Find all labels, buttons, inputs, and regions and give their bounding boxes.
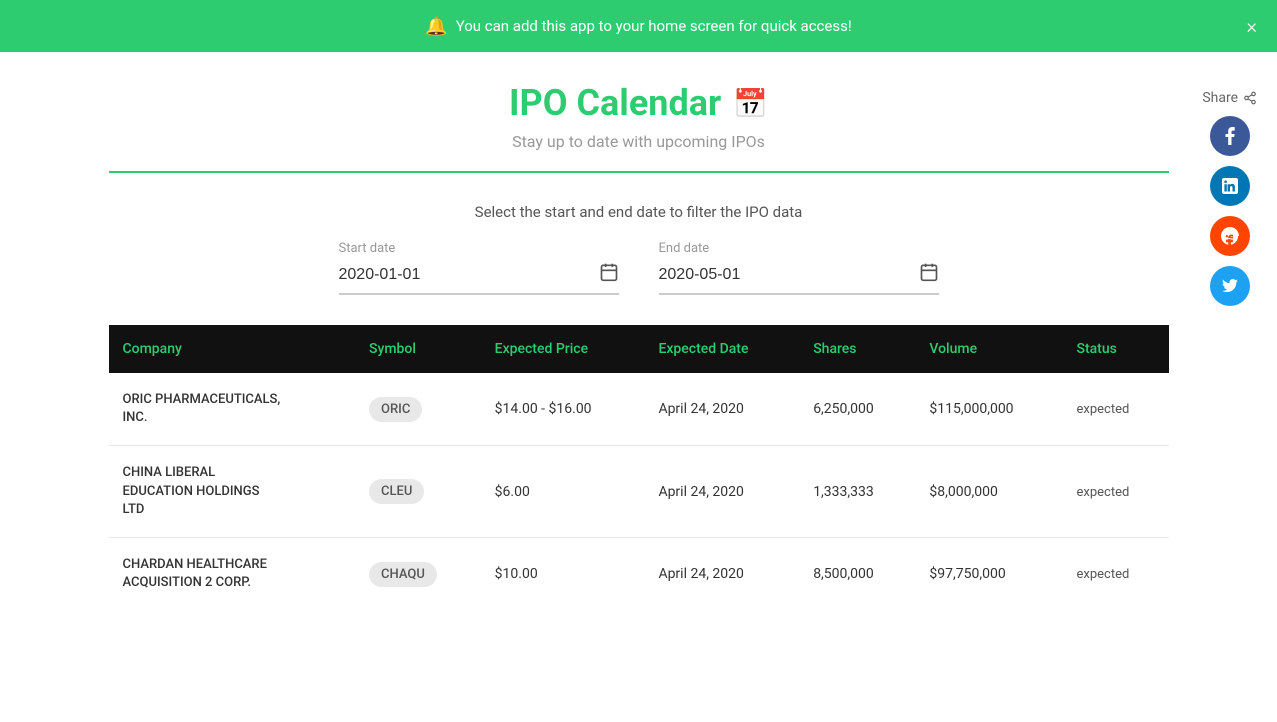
end-date-wrapper <box>659 262 939 295</box>
col-shares: Shares <box>799 325 915 373</box>
cell-expected-date: April 24, 2020 <box>644 446 799 538</box>
cell-shares: 8,500,000 <box>799 537 915 610</box>
cell-expected-price: $10.00 <box>481 537 645 610</box>
start-date-label: Start date <box>339 241 396 256</box>
table-body: ORIC PHARMACEUTICALS, INC. ORIC $14.00 -… <box>109 373 1169 610</box>
cell-expected-date: April 24, 2020 <box>644 537 799 610</box>
end-date-input[interactable] <box>659 266 919 284</box>
date-filter-label: Select the start and end date to filter … <box>109 203 1169 221</box>
cell-symbol: CHAQU <box>355 537 481 610</box>
cell-expected-price: $6.00 <box>481 446 645 538</box>
date-inputs: Start date End date <box>109 241 1169 295</box>
col-status: Status <box>1062 325 1168 373</box>
share-label: Share <box>1202 90 1257 106</box>
page-header: IPO Calendar 📅 Stay up to date with upco… <box>109 82 1169 151</box>
cell-status: expected <box>1062 373 1168 446</box>
table-row: CHINA LIBERAL EDUCATION HOLDINGS LTD CLE… <box>109 446 1169 538</box>
share-sidebar: Share <box>1202 90 1257 306</box>
facebook-share-button[interactable] <box>1210 116 1250 156</box>
page-subtitle: Stay up to date with upcoming IPOs <box>109 132 1169 151</box>
cell-expected-price: $14.00 - $16.00 <box>481 373 645 446</box>
col-expected-price: Expected Price <box>481 325 645 373</box>
end-date-field: End date <box>659 241 939 295</box>
table-header: Company Symbol Expected Price Expected D… <box>109 325 1169 373</box>
main-content: IPO Calendar 📅 Stay up to date with upco… <box>89 52 1189 640</box>
reddit-share-button[interactable] <box>1210 216 1250 256</box>
col-company: Company <box>109 325 356 373</box>
start-date-wrapper <box>339 262 619 295</box>
start-date-field: Start date <box>339 241 619 295</box>
ipo-table: Company Symbol Expected Price Expected D… <box>109 325 1169 610</box>
banner-message: You can add this app to your home screen… <box>456 17 852 35</box>
calendar-icon: 📅 <box>733 87 768 120</box>
cell-expected-date: April 24, 2020 <box>644 373 799 446</box>
bell-icon: 🔔 <box>425 16 447 37</box>
cell-symbol: ORIC <box>355 373 481 446</box>
cell-company: ORIC PHARMACEUTICALS, INC. <box>109 373 356 446</box>
cell-volume: $115,000,000 <box>915 373 1062 446</box>
notification-banner: 🔔 You can add this app to your home scre… <box>0 0 1277 52</box>
cell-status: expected <box>1062 446 1168 538</box>
cell-shares: 6,250,000 <box>799 373 915 446</box>
start-date-calendar-button[interactable] <box>599 262 619 287</box>
end-date-calendar-button[interactable] <box>919 262 939 287</box>
cell-volume: $8,000,000 <box>915 446 1062 538</box>
start-date-input[interactable] <box>339 266 599 284</box>
cell-shares: 1,333,333 <box>799 446 915 538</box>
table-row: CHARDAN HEALTHCARE ACQUISITION 2 CORP. C… <box>109 537 1169 610</box>
col-symbol: Symbol <box>355 325 481 373</box>
cell-company: CHARDAN HEALTHCARE ACQUISITION 2 CORP. <box>109 537 356 610</box>
page-title: IPO Calendar 📅 <box>109 82 1169 124</box>
col-expected-date: Expected Date <box>644 325 799 373</box>
cell-symbol: CLEU <box>355 446 481 538</box>
twitter-share-button[interactable] <box>1210 266 1250 306</box>
cell-status: expected <box>1062 537 1168 610</box>
col-volume: Volume <box>915 325 1062 373</box>
page-divider <box>109 171 1169 173</box>
date-filter: Select the start and end date to filter … <box>109 203 1169 295</box>
close-banner-button[interactable]: × <box>1247 16 1257 36</box>
cell-company: CHINA LIBERAL EDUCATION HOLDINGS LTD <box>109 446 356 538</box>
cell-volume: $97,750,000 <box>915 537 1062 610</box>
linkedin-share-button[interactable] <box>1210 166 1250 206</box>
share-icon <box>1243 91 1257 105</box>
table-row: ORIC PHARMACEUTICALS, INC. ORIC $14.00 -… <box>109 373 1169 446</box>
end-date-label: End date <box>659 241 710 256</box>
